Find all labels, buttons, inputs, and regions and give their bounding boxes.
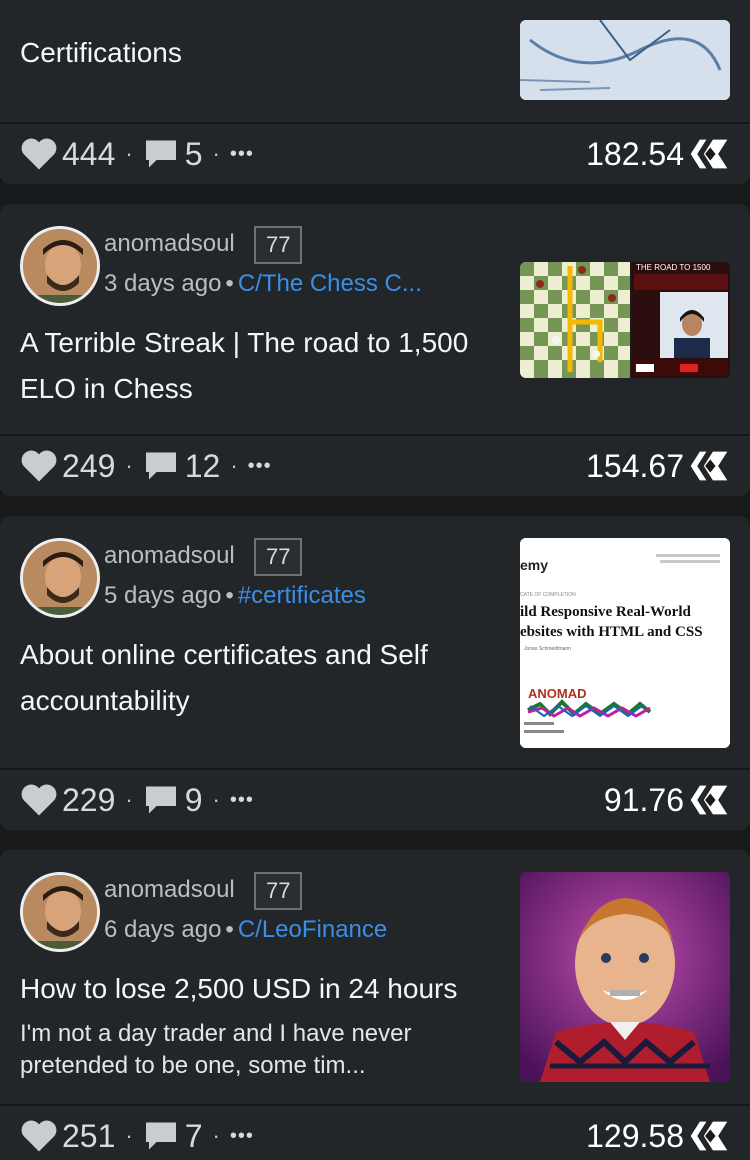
like-count[interactable]: 444 (62, 136, 115, 173)
community-link[interactable]: C/The Chess C... (238, 270, 422, 297)
post-meta: 3 days ago • C/The Chess C... (104, 270, 422, 298)
avatar-portrait (23, 541, 97, 615)
payout[interactable]: 129.58 (586, 1106, 730, 1160)
community-link[interactable]: #certificates (238, 582, 366, 609)
payout[interactable]: 182.54 (586, 124, 730, 184)
post-time: 6 days ago (104, 916, 222, 943)
author-avatar[interactable] (20, 872, 100, 952)
cert-signature: ANOMAD (528, 686, 587, 701)
separator: · (125, 141, 133, 166)
separator: · (125, 453, 133, 478)
author-name[interactable]: anomadsoul (104, 542, 235, 570)
author-name[interactable]: anomadsoul (104, 876, 235, 904)
post-title[interactable]: A Terrible Streak | The road to 1,500 EL… (20, 320, 510, 412)
payout-value: 129.58 (586, 1117, 684, 1154)
chess-image: THE ROAD TO 1500 (520, 262, 730, 378)
certificate-image: emy CATE OF COMPLETION ild Responsive Re… (520, 538, 730, 748)
like-count[interactable]: 251 (62, 1118, 115, 1155)
cert-instructor: Jonas Schmedtmann (524, 646, 571, 652)
more-dots-icon[interactable]: ••• (230, 789, 254, 812)
author-name[interactable]: anomadsoul (104, 230, 235, 258)
cert-course-line1: ild Responsive Real-World (520, 604, 692, 620)
post-thumbnail[interactable]: THE ROAD TO 1500 (520, 262, 730, 378)
cert-label: CATE OF COMPLETION (520, 592, 576, 598)
post-card[interactable]: anomadsoul 77 6 days ago • C/LeoFinance Ho… (0, 850, 750, 1160)
community-link[interactable]: C/LeoFinance (238, 916, 387, 943)
post-stats: 249 · 12 · ••• (20, 436, 272, 496)
payout-value: 91.76 (603, 781, 684, 818)
heart-icon[interactable] (20, 449, 58, 483)
comment-bubble-icon[interactable] (143, 1119, 179, 1153)
post-meta: 6 days ago • C/LeoFinance (104, 916, 387, 944)
comment-count[interactable]: 7 (185, 1118, 203, 1155)
author-avatar[interactable] (20, 538, 100, 618)
hive-logo-icon (690, 1121, 728, 1151)
post-thumbnail[interactable] (520, 20, 730, 100)
more-dots-icon[interactable]: ••• (248, 455, 272, 478)
thumb-caption: THE ROAD TO 1500 (636, 263, 711, 272)
separator: · (212, 141, 220, 166)
comment-count[interactable]: 12 (185, 448, 221, 485)
post-footer: 249 · 12 · ••• 154.67 (0, 434, 750, 494)
post-card[interactable]: anomadsoul 77 5 days ago • #certificates A… (0, 516, 750, 830)
heart-icon[interactable] (20, 783, 58, 817)
cert-course-line2: ebsites with HTML and CSS (520, 624, 703, 640)
like-count[interactable]: 229 (62, 782, 115, 819)
separator: · (212, 1123, 220, 1148)
post-stats: 229 · 9 · ••• (20, 770, 254, 830)
post-time: 3 days ago (104, 270, 222, 297)
hive-logo-icon (690, 451, 728, 481)
comment-count[interactable]: 5 (185, 136, 203, 173)
post-footer: 444 · 5 · ••• 182.54 (0, 122, 750, 182)
comment-count[interactable]: 9 (185, 782, 203, 819)
payout[interactable]: 91.76 (604, 770, 730, 830)
heart-icon[interactable] (20, 137, 58, 171)
hive-logo-icon (690, 139, 728, 169)
reputation-badge: 77 (254, 538, 303, 576)
more-dots-icon[interactable]: ••• (230, 143, 254, 166)
comment-bubble-icon[interactable] (143, 137, 179, 171)
hive-logo-icon (690, 785, 728, 815)
separator: · (212, 787, 220, 812)
reputation-badge: 77 (254, 872, 303, 910)
meme-image (520, 872, 730, 1082)
like-count[interactable]: 249 (62, 448, 115, 485)
payout[interactable]: 154.67 (586, 436, 730, 496)
separator: · (125, 1123, 133, 1148)
post-thumbnail[interactable]: emy CATE OF COMPLETION ild Responsive Re… (520, 538, 730, 748)
payout-value: 154.67 (586, 447, 684, 484)
avatar-portrait (23, 229, 97, 303)
cert-brand: emy (520, 557, 548, 573)
comment-bubble-icon[interactable] (143, 783, 179, 817)
meta-dot: • (225, 582, 234, 609)
reputation-badge: 77 (254, 226, 303, 264)
heart-icon[interactable] (20, 1119, 58, 1153)
post-footer: 251 · 7 · ••• 129.58 (0, 1104, 750, 1160)
meta-dot: • (225, 916, 234, 943)
post-stats: 251 · 7 · ••• (20, 1106, 254, 1160)
post-card[interactable]: anomadsoul 77 3 days ago • C/The Chess C..… (0, 204, 750, 496)
post-card[interactable]: Certifications 444 · 5 · ••• 182.54 (0, 0, 750, 184)
separator: · (125, 787, 133, 812)
post-stats: 444 · 5 · ••• (20, 124, 254, 184)
post-excerpt[interactable]: I'm not a day trader and I have never pr… (20, 1018, 500, 1082)
author-avatar[interactable] (20, 226, 100, 306)
comment-bubble-icon[interactable] (143, 449, 179, 483)
post-thumbnail[interactable] (520, 872, 730, 1082)
post-meta: 5 days ago • #certificates (104, 582, 366, 610)
separator: · (230, 453, 238, 478)
post-footer: 229 · 9 · ••• 91.76 (0, 768, 750, 828)
post-title[interactable]: Certifications (20, 30, 510, 76)
avatar-portrait (23, 875, 97, 949)
post-title[interactable]: How to lose 2,500 USD in 24 hours (20, 966, 510, 1012)
post-title[interactable]: About online certificates and Self accou… (20, 632, 510, 724)
sketch-image (520, 20, 730, 100)
more-dots-icon[interactable]: ••• (230, 1125, 254, 1148)
meta-dot: • (225, 270, 234, 297)
payout-value: 182.54 (586, 135, 684, 172)
post-time: 5 days ago (104, 582, 222, 609)
